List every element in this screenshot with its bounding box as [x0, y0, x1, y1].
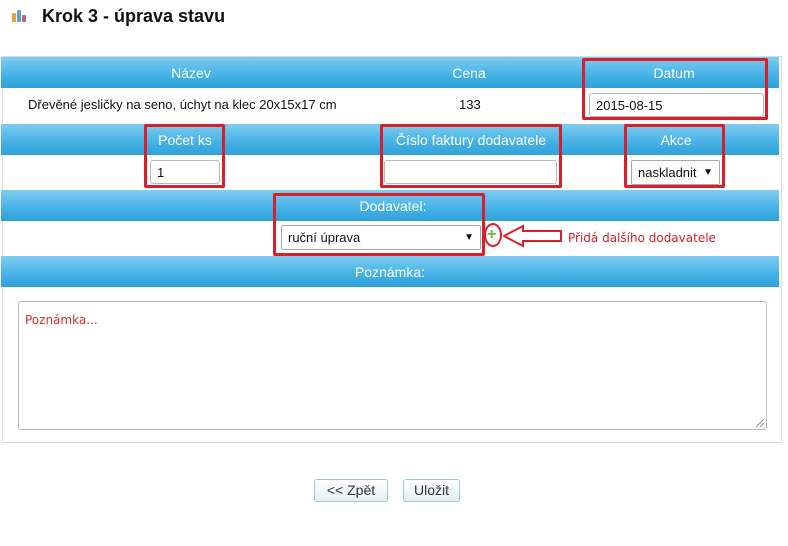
column-header-quantity: Počet ks — [158, 132, 212, 148]
column-header-supplier: Dodavatel: — [359, 198, 427, 214]
date-input[interactable] — [589, 93, 764, 117]
invoice-number-input[interactable] — [384, 160, 557, 184]
left-arrow-icon — [503, 224, 562, 248]
note-textarea[interactable]: Poznámka... — [18, 301, 767, 430]
back-button[interactable]: << Zpět — [314, 479, 388, 502]
note-header-bar: Poznámka: — [1, 256, 779, 287]
supplier-select[interactable]: ruční úprava ▼ — [281, 225, 481, 250]
action-select[interactable]: naskladnit ▼ — [631, 160, 720, 185]
section-header-bar: Počet ks Číslo faktury dodavatele Akce — [1, 124, 779, 155]
supplier-select-value: ruční úprava — [288, 230, 361, 245]
plus-icon: + — [487, 226, 497, 243]
page-header: Krok 3 - úprava stavu — [12, 5, 225, 27]
supplier-header-bar: Dodavatel: — [1, 190, 779, 221]
table-header-bar: Název Cena Datum — [1, 57, 779, 88]
column-header-invoice: Číslo faktury dodavatele — [395, 132, 547, 148]
save-button[interactable]: Uložit — [403, 479, 460, 502]
note-placeholder: Poznámka... — [25, 313, 98, 327]
column-header-action: Akce — [660, 132, 692, 148]
column-header-price: Cena — [452, 65, 486, 81]
add-supplier-annotation: Přidá dalšího dodavatele — [568, 231, 716, 245]
resize-handle-icon[interactable] — [756, 419, 764, 427]
product-name: Dřevěné jesličky na seno, úchyt na klec … — [28, 97, 337, 112]
page-title: Krok 3 - úprava stavu — [42, 5, 226, 26]
column-header-note: Poznámka: — [354, 264, 426, 280]
bar-chart-logo-icon — [12, 10, 30, 22]
dropdown-arrow-icon: ▼ — [464, 232, 474, 243]
product-price: 133 — [459, 97, 481, 112]
action-select-value: naskladnit — [638, 165, 697, 180]
dropdown-arrow-icon: ▼ — [703, 167, 713, 178]
add-supplier-button[interactable]: + — [484, 223, 502, 247]
column-header-name: Název — [171, 65, 211, 81]
quantity-input[interactable] — [150, 160, 220, 184]
column-header-date: Datum — [653, 65, 695, 81]
